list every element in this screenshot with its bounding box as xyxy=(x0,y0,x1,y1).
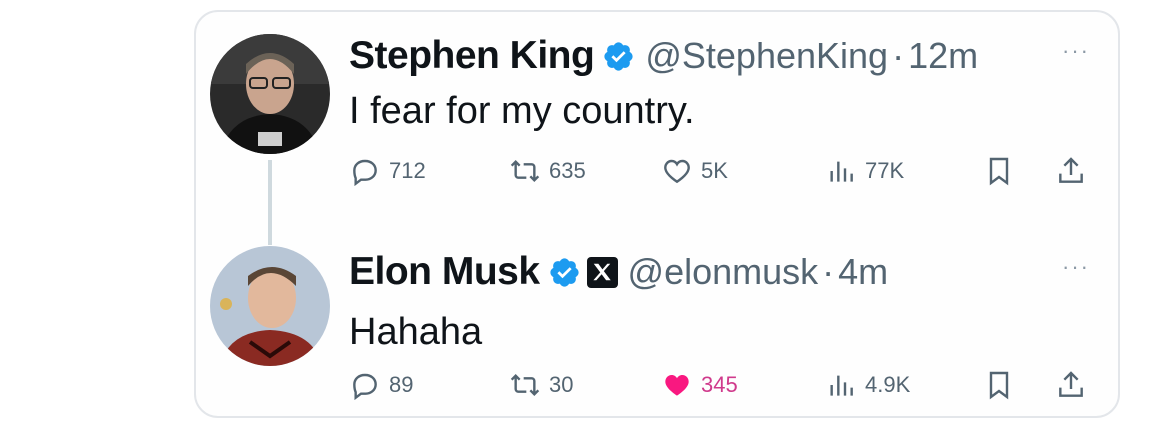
tweet-thread-card: Stephen King @StephenKing · 12m ··· I fe… xyxy=(194,10,1120,418)
share-button[interactable] xyxy=(1055,155,1087,187)
tweet-actions: 712 635 5K 77K xyxy=(349,155,1089,195)
retweet-button[interactable]: 635 xyxy=(509,155,586,187)
reply-icon xyxy=(353,373,377,401)
tweet-header: Elon Musk @elonmusk · 4m xyxy=(349,250,888,294)
like-button[interactable]: 5K xyxy=(661,155,728,187)
reply-count: 712 xyxy=(389,158,426,183)
like-count: 5K xyxy=(701,158,728,183)
separator-dot: · xyxy=(822,251,835,292)
reply-button[interactable]: 89 xyxy=(349,369,413,401)
verified-badge-icon xyxy=(604,41,633,71)
reply-icon xyxy=(353,159,377,187)
share-icon xyxy=(1059,371,1083,397)
tweet-timestamp[interactable]: 12m xyxy=(908,35,978,77)
like-icon xyxy=(665,375,689,396)
reply-button[interactable]: 712 xyxy=(349,155,426,187)
tweet-elon-musk[interactable]: Elon Musk @elonmusk · 4m ··· Hahaha 89 3… xyxy=(196,234,1118,420)
bookmark-icon xyxy=(989,371,1009,400)
views-count: 77K xyxy=(865,158,905,183)
avatar[interactable] xyxy=(210,34,330,154)
like-count: 345 xyxy=(701,372,738,397)
verified-badge-icon xyxy=(549,257,579,287)
tweet-text: I fear for my country. xyxy=(349,90,695,132)
views-button[interactable]: 77K xyxy=(825,155,904,187)
like-icon xyxy=(664,159,690,184)
tweet-stephen-king[interactable]: Stephen King @StephenKing · 12m ··· I fe… xyxy=(196,12,1118,245)
bookmark-button[interactable] xyxy=(983,369,1015,401)
x-logo-icon[interactable] xyxy=(586,256,618,288)
like-button[interactable]: 345 xyxy=(661,369,738,401)
views-button[interactable]: 4.9K xyxy=(825,369,910,401)
views-icon xyxy=(830,161,853,182)
bookmark-button[interactable] xyxy=(983,155,1015,187)
tweet-timestamp[interactable]: 4m xyxy=(838,251,888,293)
retweet-icon xyxy=(510,373,540,397)
separator-dot: · xyxy=(892,35,905,76)
share-icon xyxy=(1059,157,1083,183)
author-handle[interactable]: @StephenKing xyxy=(645,35,888,77)
tweet-actions: 89 30 345 4.9K xyxy=(349,369,1089,409)
tweet-text: Hahaha xyxy=(349,311,483,353)
retweet-button[interactable]: 30 xyxy=(509,369,573,401)
more-icon[interactable]: ··· xyxy=(1062,38,1090,64)
more-icon[interactable]: ··· xyxy=(1062,254,1090,280)
author-name[interactable]: Stephen King xyxy=(349,34,595,78)
reply-count: 89 xyxy=(389,372,414,397)
views-icon xyxy=(830,375,853,396)
retweet-count: 30 xyxy=(549,372,574,397)
tweet-header: Stephen King @StephenKing · 12m xyxy=(349,34,978,78)
thread-connector-line xyxy=(268,160,272,245)
bookmark-icon xyxy=(989,157,1009,186)
share-button[interactable] xyxy=(1055,369,1087,401)
author-name[interactable]: Elon Musk xyxy=(349,250,540,294)
avatar[interactable] xyxy=(210,246,330,366)
retweet-count: 635 xyxy=(549,158,586,183)
retweet-icon xyxy=(510,159,540,183)
views-count: 4.9K xyxy=(865,372,911,397)
author-handle[interactable]: @elonmusk xyxy=(628,251,819,293)
